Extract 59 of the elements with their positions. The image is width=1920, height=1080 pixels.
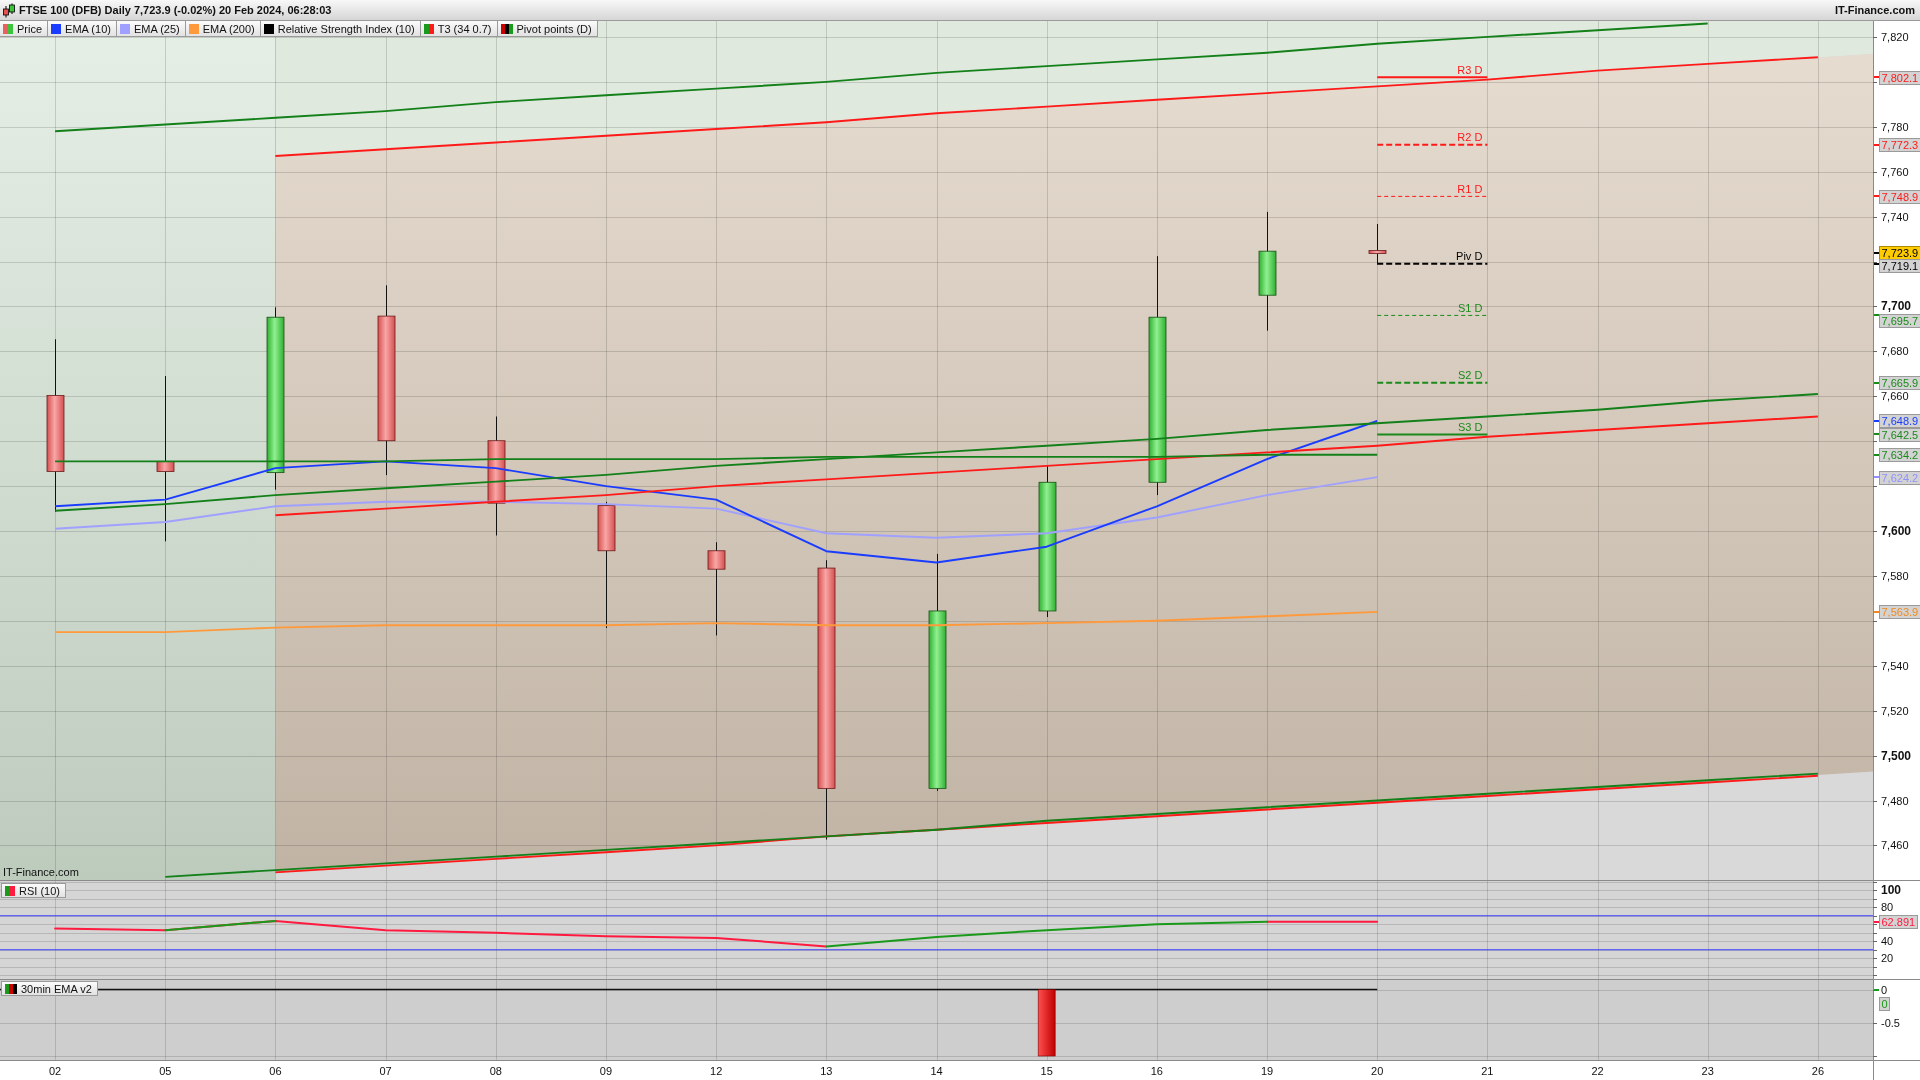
legend-item[interactable]: EMA (200) [185,21,261,37]
date-label: 26 [1811,1065,1825,1077]
site-name: IT-Finance.com [1834,4,1915,16]
axis-label: -0.5 [1881,1016,1900,1029]
legend-item[interactable]: RSI (10) [1,883,66,898]
date-label: 20 [1371,1065,1384,1077]
pivot-label: S2 D [1457,369,1483,382]
legend-item[interactable]: EMA (10) [48,21,117,37]
window-title: FTSE 100 (DFB) Daily 7,723.9 (-0.02%) 20 Feb 2024, 06:28:03 [19,4,332,16]
axis-label: 7,500 [1881,748,1912,763]
pivot-label: R3 D [1457,63,1483,76]
date-label: 14 [930,1065,943,1077]
date-label: 19 [1260,1065,1274,1077]
date-label: 09 [599,1065,613,1077]
pivot-label: Piv D [1456,250,1483,263]
axis-label: 100 [1881,883,1902,898]
axis-label: 7,580 [1881,569,1909,582]
legend-item[interactable]: T3 (34 0.7) [420,21,498,37]
date-label: 21 [1481,1065,1494,1077]
date-label: 15 [1040,1065,1053,1077]
axis-label: 7,740 [1881,210,1909,223]
date-label: 22 [1591,1065,1604,1077]
date-label: 23 [1701,1065,1714,1077]
histogram-bar [1037,989,1056,1057]
date-label: 05 [159,1065,172,1077]
axis-label: 7,820 [1881,30,1909,43]
date-label: 12 [710,1065,723,1077]
legend-item[interactable]: Relative Strength Index (10) [260,21,421,37]
date-label: 13 [820,1065,833,1077]
date-label: 02 [48,1065,62,1077]
date-label: 06 [269,1065,282,1077]
axis-label: 7,660 [1881,390,1909,403]
axis-label: 0 [1881,983,1888,996]
axis-label: 80 [1881,901,1894,914]
pivot-label: S3 D [1457,420,1483,433]
axis-label: 7,460 [1881,839,1909,852]
axis-label: 7,480 [1881,794,1909,807]
axis-label: 7,700 [1881,299,1912,314]
axis-label: 40 [1881,935,1894,948]
legend-item[interactable]: EMA (25) [116,21,186,37]
pivot-label: S1 D [1457,301,1483,314]
axis-label: 7,520 [1881,704,1909,717]
pivot-label: R1 D [1457,182,1483,195]
axis-label: 7,780 [1881,120,1909,133]
legend-item[interactable]: 30min EMA v2 [1,981,98,996]
candle [1368,223,1387,265]
legend-item[interactable]: Pivot points (D) [497,21,598,37]
legend-item[interactable]: Price [0,21,49,37]
candlestick-icon [3,2,15,18]
date-label: 07 [379,1065,392,1077]
axis-label: 7,680 [1881,345,1909,358]
credit-text: IT-Finance.com [3,866,79,878]
date-label: 16 [1150,1065,1163,1077]
pivot-label: R2 D [1457,131,1483,144]
date-label: 08 [489,1065,502,1077]
axis-label: 7,600 [1881,524,1912,538]
axis-label: 7,760 [1881,165,1909,178]
axis-label: 7,540 [1881,659,1909,672]
axis-label: 20 [1881,952,1894,965]
